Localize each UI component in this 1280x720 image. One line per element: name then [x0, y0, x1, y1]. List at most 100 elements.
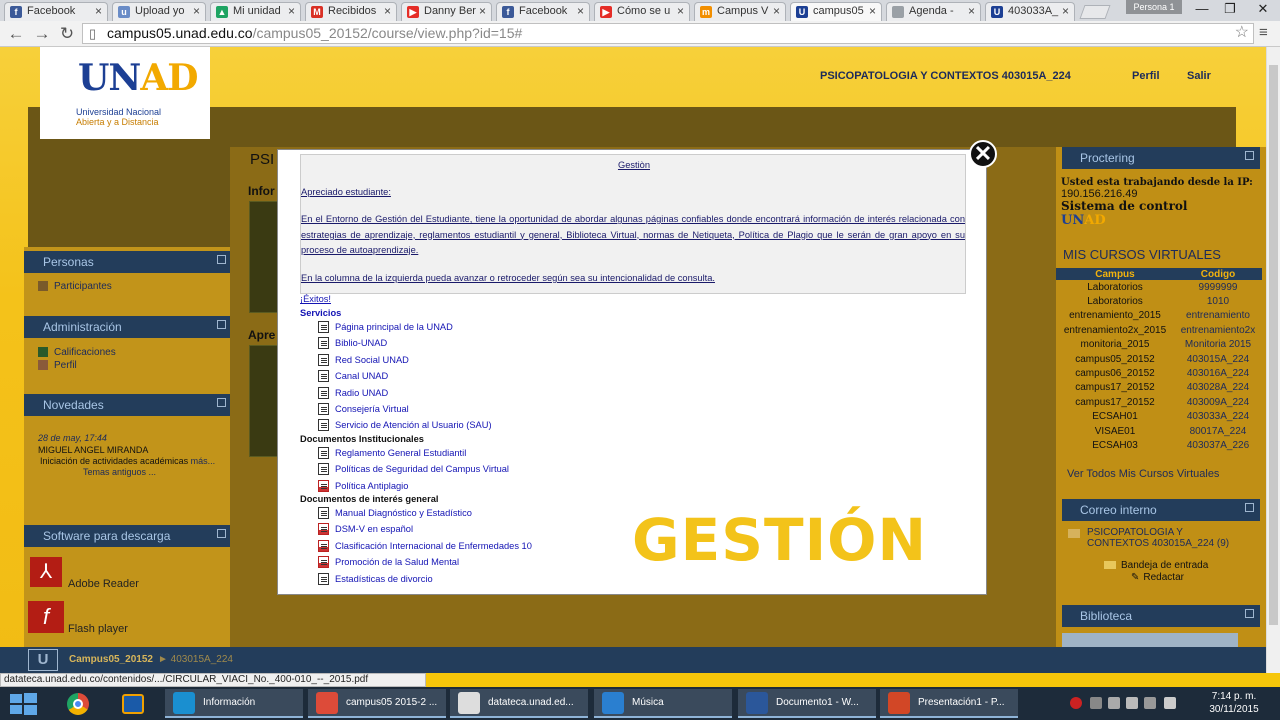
- chrome-menu-icon[interactable]: ≡: [1259, 24, 1268, 41]
- all-courses-link[interactable]: Ver Todos Mis Cursos Virtuales: [1067, 468, 1219, 480]
- page-scrollbar[interactable]: [1266, 47, 1280, 673]
- taskbar-item[interactable]: Documento1 - W...: [738, 689, 876, 718]
- url-input[interactable]: ▯ campus05.unad.edu.co/campus05_20152/co…: [82, 23, 1254, 44]
- tab-7[interactable]: ▶ Cómo se u ×: [594, 2, 690, 21]
- proctering-block-header[interactable]: Proctering: [1062, 147, 1260, 169]
- course-code-link[interactable]: 403037A_226: [1174, 438, 1262, 452]
- collapse-icon[interactable]: [217, 255, 226, 264]
- tab-6[interactable]: f Facebook ×: [496, 2, 590, 21]
- modal-link[interactable]: Promoción de la Salud Mental: [335, 556, 459, 568]
- tab-5[interactable]: ▶ Danny Ber ×: [401, 2, 492, 21]
- clock-date[interactable]: 30/11/2015: [1204, 704, 1264, 715]
- tab-11[interactable]: U 403033A_ ×: [985, 2, 1075, 21]
- tab-close-icon[interactable]: ×: [577, 4, 584, 18]
- learning-tile[interactable]: [249, 345, 279, 457]
- course-code-link[interactable]: 1010: [1174, 294, 1262, 308]
- compose-link[interactable]: ✎ Redactar: [1131, 572, 1184, 583]
- taskbar-item[interactable]: Música: [594, 689, 732, 718]
- modal-link[interactable]: Políticas de Seguridad del Campus Virtua…: [335, 463, 509, 475]
- participantes-link[interactable]: Participantes: [38, 281, 112, 292]
- modal-link[interactable]: Página principal de la UNAD: [335, 321, 453, 333]
- network-tray-icon[interactable]: [1108, 697, 1120, 709]
- tab-close-icon[interactable]: ×: [677, 4, 684, 18]
- collapse-icon[interactable]: [1245, 151, 1254, 160]
- course-code-link[interactable]: 9999999: [1174, 280, 1262, 294]
- unad-logo[interactable]: UNAD Universidad Nacional Abierta y a Di…: [40, 47, 210, 139]
- back-icon[interactable]: ←: [6, 24, 26, 44]
- tab-2[interactable]: u Upload yo ×: [112, 2, 206, 21]
- collapse-icon[interactable]: [1245, 609, 1254, 618]
- logout-link[interactable]: Salir: [1187, 70, 1211, 82]
- media-player-pinned-icon[interactable]: [110, 689, 154, 718]
- tab-close-icon[interactable]: ×: [1062, 4, 1069, 18]
- bookmark-star-icon[interactable]: ☆: [1235, 23, 1249, 42]
- modal-link[interactable]: Servicio de Atención al Usuario (SAU): [335, 419, 492, 431]
- profile-badge[interactable]: Persona 1: [1126, 0, 1182, 14]
- minimize-icon[interactable]: —: [1188, 0, 1216, 18]
- taskbar-item[interactable]: Información: [165, 689, 303, 718]
- volume-tray-icon[interactable]: [1126, 697, 1138, 709]
- modal-link[interactable]: Manual Diagnóstico y Estadístico: [335, 507, 472, 519]
- taskbar-item[interactable]: datateca.unad.ed...: [450, 689, 588, 718]
- modal-link[interactable]: Red Social UNAD: [335, 354, 409, 366]
- windows-start-icon[interactable]: [8, 692, 38, 716]
- course-code-link[interactable]: 403033A_224: [1174, 410, 1262, 424]
- modal-link[interactable]: Política Antiplagio: [335, 480, 408, 492]
- tab-close-icon[interactable]: ×: [968, 4, 975, 18]
- forward-icon[interactable]: →: [32, 24, 52, 44]
- inbox-link[interactable]: Bandeja de entrada: [1121, 560, 1208, 571]
- adobe-reader-icon[interactable]: ⅄: [30, 557, 62, 587]
- course-code-link[interactable]: entrenamiento2x: [1174, 323, 1262, 337]
- restore-icon[interactable]: ❐: [1216, 0, 1244, 18]
- tab-9[interactable]: Ucampus05 ×: [790, 2, 882, 22]
- tab-4[interactable]: M Recibidos ×: [305, 2, 397, 21]
- course-code-link[interactable]: entrenamiento: [1174, 309, 1262, 323]
- calificaciones-link[interactable]: Calificaciones: [38, 347, 116, 358]
- page-info-icon[interactable]: ▯: [89, 24, 96, 43]
- collapse-icon[interactable]: [217, 529, 226, 538]
- tab-8[interactable]: m Campus V ×: [694, 2, 786, 21]
- breadcrumb-campus[interactable]: Campus05_20152: [69, 654, 153, 665]
- new-tab-button[interactable]: [1079, 5, 1111, 19]
- battery-tray-icon[interactable]: [1144, 697, 1156, 709]
- reload-icon[interactable]: ↻: [57, 24, 77, 44]
- biblioteca-block-header[interactable]: Biblioteca: [1062, 605, 1260, 627]
- software-block-header[interactable]: Software para descarga: [24, 525, 230, 547]
- close-window-icon[interactable]: ✕: [1246, 0, 1280, 18]
- modal-link[interactable]: Radio UNAD: [335, 387, 388, 399]
- tab-close-icon[interactable]: ×: [479, 4, 486, 18]
- perfil-link[interactable]: Perfil: [38, 360, 77, 371]
- modal-link[interactable]: Estadísticas de divorcio: [335, 573, 433, 585]
- modal-link[interactable]: Clasificación Internacional de Enfermeda…: [335, 540, 532, 552]
- modal-close-icon[interactable]: ✕: [969, 140, 997, 168]
- collapse-icon[interactable]: [217, 398, 226, 407]
- collapse-icon[interactable]: [1245, 503, 1254, 512]
- personas-block-header[interactable]: Personas: [24, 251, 230, 273]
- tab-1[interactable]: f Facebook ×: [4, 2, 108, 21]
- old-topics-link[interactable]: Temas antiguos ...: [83, 467, 156, 477]
- collapse-icon[interactable]: [217, 320, 226, 329]
- course-code-link[interactable]: 403009A_224: [1174, 395, 1262, 409]
- novedades-block-header[interactable]: Novedades: [24, 394, 230, 416]
- antivirus-tray-icon[interactable]: [1070, 697, 1082, 709]
- modal-link[interactable]: Biblio-UNAD: [335, 337, 387, 349]
- header-course-title[interactable]: PSICOPATOLOGIA Y CONTEXTOS 403015A_224: [820, 70, 1071, 82]
- info-tile[interactable]: [249, 201, 279, 313]
- scroll-thumb[interactable]: [1269, 65, 1278, 625]
- profile-link[interactable]: Perfil: [1132, 70, 1160, 82]
- adobe-reader-link[interactable]: Adobe Reader: [68, 578, 139, 590]
- course-code-link[interactable]: 403016A_224: [1174, 366, 1262, 380]
- tab-close-icon[interactable]: ×: [384, 4, 391, 18]
- mail-course-link[interactable]: PSICOPATOLOGIA Y CONTEXTOS 403015A_224 (…: [1087, 527, 1247, 549]
- modal-link[interactable]: Consejería Virtual: [335, 403, 409, 415]
- modal-link[interactable]: Reglamento General Estudiantil: [335, 447, 466, 459]
- news-more-link[interactable]: más...: [191, 456, 216, 466]
- tab-close-icon[interactable]: ×: [193, 4, 200, 18]
- tab-10[interactable]: Agenda - ×: [886, 2, 981, 21]
- library-banner[interactable]: [1062, 633, 1238, 647]
- administracion-block-header[interactable]: Administración: [24, 316, 230, 338]
- breadcrumb-course[interactable]: ► 403015A_224: [158, 654, 233, 665]
- modal-link[interactable]: DSM-V en español: [335, 523, 413, 535]
- course-code-link[interactable]: 403028A_224: [1174, 381, 1262, 395]
- flash-player-icon[interactable]: f: [28, 601, 64, 633]
